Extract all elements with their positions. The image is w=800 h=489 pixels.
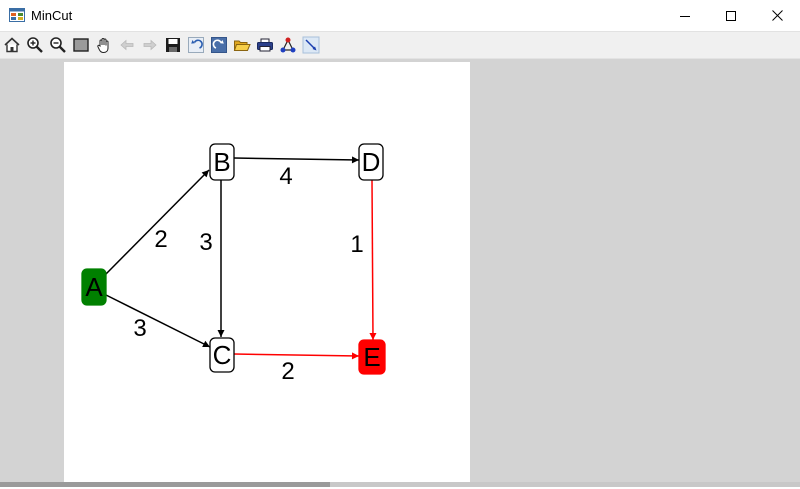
close-icon	[771, 10, 783, 21]
zoom-out-icon	[50, 37, 66, 53]
redo-button[interactable]	[210, 36, 228, 54]
toolbar	[0, 32, 800, 59]
edge-weight-b-d: 4	[279, 163, 292, 190]
open-folder-icon	[233, 40, 251, 51]
forward-button[interactable]	[141, 36, 159, 54]
home-icon	[4, 37, 20, 53]
node-a[interactable]: A	[81, 268, 107, 306]
edge-weight-b-c: 3	[199, 229, 212, 256]
back-arrow-icon	[120, 39, 134, 51]
fit-window-icon	[73, 38, 89, 52]
pan-button[interactable]	[95, 36, 113, 54]
undo-icon	[188, 37, 204, 53]
edge-c-e[interactable]	[233, 352, 360, 360]
zoom-in-button[interactable]	[26, 36, 44, 54]
node-d[interactable]: D	[358, 143, 384, 181]
node-label-d: D	[362, 147, 381, 177]
zoom-in-icon	[27, 37, 43, 53]
mincut-window: MinCut 2 3 3 4 1 2 A B C D E	[0, 0, 800, 487]
save-button[interactable]	[164, 36, 182, 54]
edge-weight-c-e: 2	[281, 358, 294, 385]
edge-weight-a-c: 3	[133, 315, 146, 342]
edge-weight-d-e: 1	[350, 231, 363, 258]
close-button[interactable]	[754, 0, 800, 31]
print-icon	[257, 38, 273, 52]
home-button[interactable]	[3, 36, 21, 54]
edge-d-e[interactable]	[369, 179, 377, 341]
layout-graph-icon	[280, 37, 296, 53]
back-button[interactable]	[118, 36, 136, 54]
edge-a-b[interactable]	[105, 169, 210, 275]
graph-canvas[interactable]: 2 3 3 4 1 2 A B C D E	[64, 62, 470, 484]
layout-graph-button[interactable]	[279, 36, 297, 54]
pan-hand-icon	[97, 38, 109, 54]
edge-tool-icon	[302, 36, 320, 54]
title-bar[interactable]: MinCut	[0, 0, 800, 32]
open-folder-button[interactable]	[233, 36, 251, 54]
app-icon	[9, 8, 25, 22]
minimize-button[interactable]	[662, 0, 708, 31]
node-label-e: E	[363, 342, 380, 372]
forward-arrow-icon	[143, 39, 157, 51]
print-button[interactable]	[256, 36, 274, 54]
node-b[interactable]: B	[209, 143, 235, 181]
graph-svg: 2 3 3 4 1 2 A B C D E	[81, 143, 386, 385]
redo-icon	[211, 37, 227, 53]
node-label-c: C	[213, 340, 232, 370]
minimize-icon	[680, 15, 690, 17]
maximize-button[interactable]	[708, 0, 754, 31]
edge-weight-a-b: 2	[154, 226, 167, 253]
node-label-a: A	[85, 272, 103, 302]
zoom-out-button[interactable]	[49, 36, 67, 54]
save-icon	[166, 38, 180, 52]
scrollbar-thumb[interactable]	[0, 482, 330, 487]
window-title: MinCut	[31, 8, 73, 23]
node-label-b: B	[213, 147, 230, 177]
fit-window-button[interactable]	[72, 36, 90, 54]
node-c[interactable]: C	[209, 337, 235, 373]
maximize-icon	[726, 10, 736, 21]
undo-button[interactable]	[187, 36, 205, 54]
node-e[interactable]: E	[358, 339, 386, 375]
edge-a-c[interactable]	[105, 294, 211, 348]
viewer-area[interactable]: 2 3 3 4 1 2 A B C D E	[0, 59, 800, 484]
edge-tool-button[interactable]	[302, 36, 320, 54]
edge-b-d[interactable]	[233, 156, 360, 164]
